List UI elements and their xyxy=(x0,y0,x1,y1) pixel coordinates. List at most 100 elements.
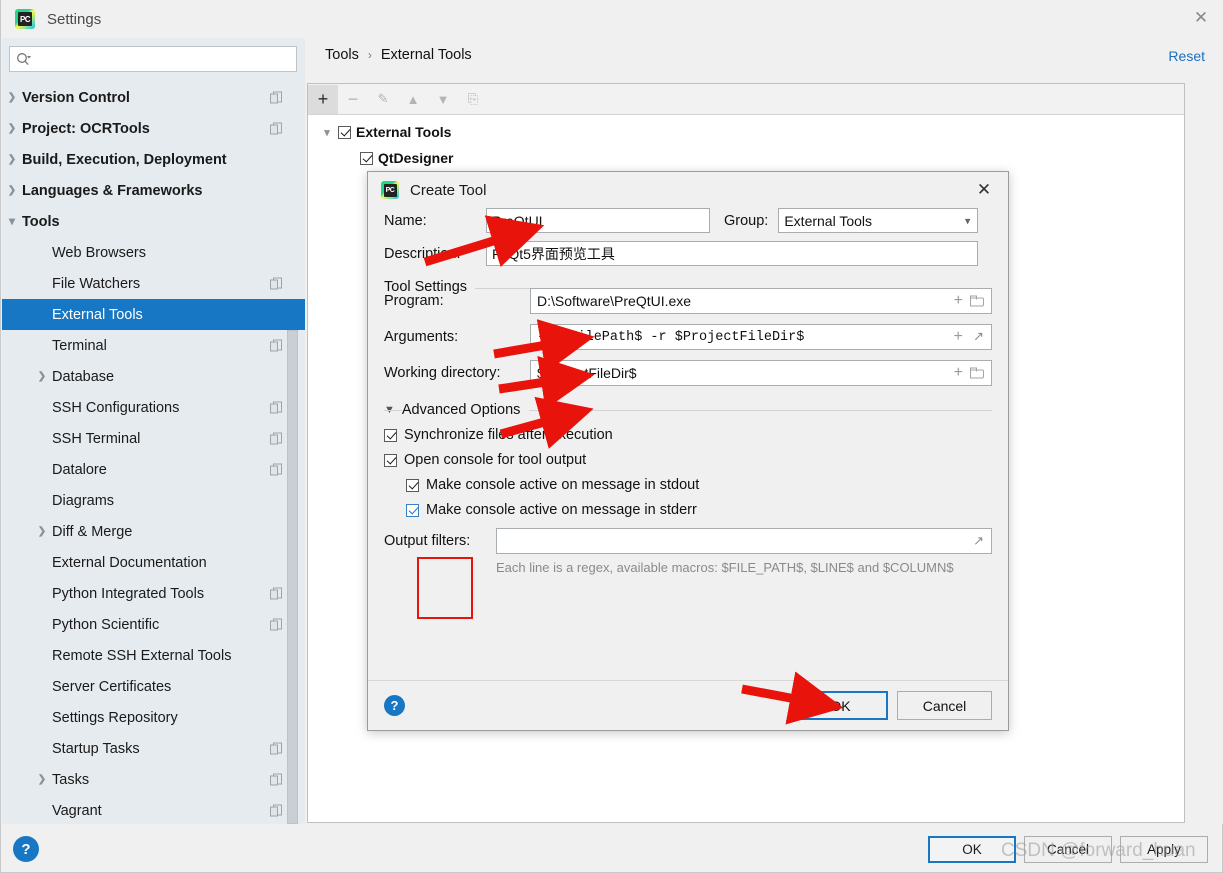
ok-button[interactable]: OK xyxy=(928,836,1016,863)
tools-tree-row[interactable]: QtDesigner xyxy=(308,145,1184,171)
sidebar-item-python-scientific[interactable]: Python Scientific xyxy=(2,609,305,640)
help-icon[interactable]: ? xyxy=(13,836,39,862)
insert-macro-icon[interactable]: + xyxy=(953,329,963,345)
close-icon[interactable]: ✕ xyxy=(1178,0,1223,36)
sidebar-item-external-tools[interactable]: External Tools xyxy=(2,299,305,330)
copy-settings-icon[interactable] xyxy=(270,91,283,104)
tools-tree-row[interactable]: ▾ External Tools xyxy=(308,119,1184,145)
browse-folder-icon[interactable] xyxy=(970,367,984,379)
add-button[interactable]: + xyxy=(308,84,338,114)
sidebar-item-web-browsers[interactable]: Web Browsers xyxy=(2,237,305,268)
breadcrumb-parent[interactable]: Tools xyxy=(325,47,359,63)
copy-settings-icon[interactable] xyxy=(270,773,283,786)
tools-tree-checkbox[interactable] xyxy=(360,151,373,165)
chevron-down-icon[interactable]: ▾ xyxy=(316,126,338,139)
reset-link[interactable]: Reset xyxy=(1168,48,1205,64)
program-input[interactable]: D:\Software\PreQtUI.exe + xyxy=(530,288,992,314)
option-checkbox[interactable] xyxy=(406,503,419,517)
chevron-right-icon[interactable] xyxy=(2,185,22,196)
sidebar-item-ssh-terminal[interactable]: SSH Terminal xyxy=(2,423,305,454)
move-down-button[interactable]: ▼ xyxy=(428,85,458,114)
sidebar-item-file-watchers[interactable]: File Watchers xyxy=(2,268,305,299)
cancel-button[interactable]: Cancel xyxy=(1024,836,1112,863)
search-input[interactable] xyxy=(36,50,296,68)
sidebar-item-datalore[interactable]: Datalore xyxy=(2,454,305,485)
chevron-right-icon[interactable] xyxy=(32,371,52,382)
chevron-right-icon[interactable] xyxy=(2,154,22,165)
sidebar-item-remote-ssh-external-tools[interactable]: Remote SSH External Tools xyxy=(2,640,305,671)
dialog-cancel-button[interactable]: Cancel xyxy=(897,691,992,720)
chevron-down-icon[interactable] xyxy=(2,215,22,228)
pycharm-icon: PC xyxy=(381,181,399,199)
copy-settings-icon[interactable] xyxy=(270,277,283,290)
sidebar-item-label: Vagrant xyxy=(52,802,102,819)
working-directory-input[interactable]: $ProjectFileDir$ + xyxy=(530,360,992,386)
dialog-ok-button[interactable]: OK xyxy=(793,691,888,720)
option-row[interactable]: Open console for tool output xyxy=(384,452,992,468)
copy-settings-icon[interactable] xyxy=(270,804,283,817)
sidebar-item-server-certificates[interactable]: Server Certificates xyxy=(2,671,305,702)
insert-macro-icon[interactable]: + xyxy=(954,293,963,309)
tools-tree-checkbox[interactable] xyxy=(338,125,351,139)
name-input[interactable]: PreQtUI xyxy=(486,208,710,233)
sidebar-scrollbar-thumb[interactable] xyxy=(287,330,298,824)
sidebar-item-terminal[interactable]: Terminal xyxy=(2,330,305,361)
option-label: Open console for tool output xyxy=(404,452,587,468)
option-checkbox[interactable] xyxy=(384,428,397,442)
copy-settings-icon[interactable] xyxy=(270,463,283,476)
sidebar-item-tasks[interactable]: Tasks xyxy=(2,764,305,795)
sidebar-item-version-control[interactable]: Version Control xyxy=(2,82,305,113)
expand-editor-icon[interactable]: ↗ xyxy=(973,533,984,549)
output-filters-input[interactable]: ↗ xyxy=(496,528,992,554)
sidebar-item-python-integrated-tools[interactable]: Python Integrated Tools xyxy=(2,578,305,609)
sidebar-item-external-documentation[interactable]: External Documentation xyxy=(2,547,305,578)
browse-folder-icon[interactable] xyxy=(970,295,984,307)
sidebar-item-database[interactable]: Database xyxy=(2,361,305,392)
search-box[interactable] xyxy=(9,46,297,72)
sidebar-item-languages-frameworks[interactable]: Languages & Frameworks xyxy=(2,175,305,206)
chevron-right-icon[interactable] xyxy=(32,774,52,785)
sidebar-scrollbar-track[interactable] xyxy=(287,330,298,824)
arguments-label: Arguments: xyxy=(384,329,459,345)
sidebar-item-label: Diff & Merge xyxy=(52,523,133,540)
chevron-right-icon[interactable] xyxy=(2,92,22,103)
copy-settings-icon[interactable] xyxy=(270,742,283,755)
apply-button[interactable]: Apply xyxy=(1120,836,1208,863)
option-row[interactable]: Make console active on message in stdout xyxy=(406,477,992,493)
chevron-right-icon[interactable] xyxy=(2,123,22,134)
sidebar-item-settings-repository[interactable]: Settings Repository xyxy=(2,702,305,733)
expand-editor-icon[interactable]: ↗ xyxy=(973,330,984,345)
option-checkbox[interactable] xyxy=(384,453,397,467)
option-checkbox[interactable] xyxy=(406,478,419,492)
arguments-input[interactable]: -f $FilePath$ -r $ProjectFileDir$ + ↗ xyxy=(530,324,992,350)
option-row[interactable]: Synchronize files after execution xyxy=(384,427,992,443)
sidebar-item-tools[interactable]: Tools xyxy=(2,206,305,237)
copy-settings-icon[interactable] xyxy=(270,587,283,600)
description-input[interactable]: PyQt5界面预览工具 xyxy=(486,241,978,266)
insert-macro-icon[interactable]: + xyxy=(954,365,963,381)
copy-settings-icon[interactable] xyxy=(270,432,283,445)
sidebar-item-build-execution-deployment[interactable]: Build, Execution, Deployment xyxy=(2,144,305,175)
copy-settings-icon[interactable] xyxy=(270,122,283,135)
help-icon[interactable]: ? xyxy=(384,695,405,716)
copy-settings-icon[interactable] xyxy=(270,339,283,352)
sidebar-item-label: Build, Execution, Deployment xyxy=(22,151,227,168)
sidebar-item-diff-merge[interactable]: Diff & Merge xyxy=(2,516,305,547)
copy-button[interactable]: ⎘ xyxy=(458,85,488,114)
option-row[interactable]: Make console active on message in stderr xyxy=(406,502,992,518)
advanced-options-header[interactable]: ▼ Advanced Options xyxy=(384,402,992,418)
move-up-button[interactable]: ▲ xyxy=(398,85,428,114)
sidebar-item-vagrant[interactable]: Vagrant xyxy=(2,795,305,824)
sidebar-item-diagrams[interactable]: Diagrams xyxy=(2,485,305,516)
sidebar-item-startup-tasks[interactable]: Startup Tasks xyxy=(2,733,305,764)
sidebar-item-project-ocrtools[interactable]: Project: OCRTools xyxy=(2,113,305,144)
group-select[interactable]: External Tools ▾ xyxy=(778,208,979,233)
copy-settings-icon[interactable] xyxy=(270,401,283,414)
copy-settings-icon[interactable] xyxy=(270,618,283,631)
sidebar-item-label: Remote SSH External Tools xyxy=(52,647,232,664)
remove-button[interactable]: − xyxy=(338,85,368,114)
chevron-right-icon[interactable] xyxy=(32,526,52,537)
close-icon[interactable]: ✕ xyxy=(974,180,994,200)
sidebar-item-ssh-configurations[interactable]: SSH Configurations xyxy=(2,392,305,423)
edit-button[interactable]: ✎ xyxy=(368,85,398,114)
